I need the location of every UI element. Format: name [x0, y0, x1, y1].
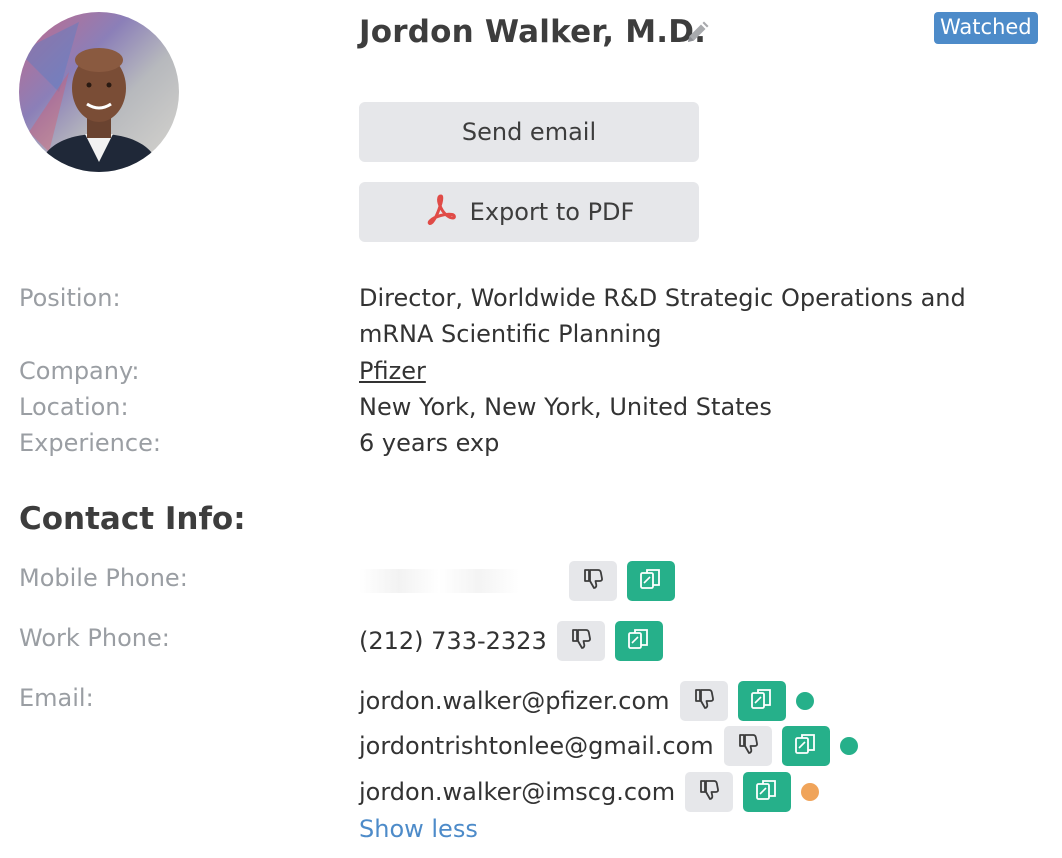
profile-name: Jordon Walker, M.D. [359, 14, 707, 50]
experience-label: Experience: [19, 429, 161, 457]
send-email-button[interactable]: Send email [359, 102, 699, 162]
watched-badge: Watched [934, 12, 1038, 44]
email-address[interactable]: jordon.walker@imscg.com [359, 778, 675, 806]
company-label: Company: [19, 357, 140, 385]
work-phone-value: (212) 733-2323 [359, 627, 547, 655]
mobile-phone-label: Mobile Phone: [19, 564, 188, 592]
email-address[interactable]: jordon.walker@pfizer.com [359, 687, 670, 715]
avatar [19, 12, 179, 172]
export-pdf-label: Export to PDF [469, 198, 635, 226]
acrobat-icon [424, 192, 470, 232]
thumbs-down-icon [736, 732, 760, 760]
location-value: New York, New York, United States [359, 393, 772, 421]
email-row: jordontrishtonlee@gmail.com [359, 726, 858, 766]
thumbs-down-icon [569, 627, 593, 655]
position-line-1: Director, Worldwide R&D Strategic Operat… [359, 284, 966, 312]
position-label: Position: [19, 284, 121, 312]
status-dot-valid [839, 737, 858, 755]
work-phone-row: (212) 733-2323 [359, 621, 673, 661]
thumbs-down-icon [692, 687, 716, 715]
report-wrong-button[interactable] [723, 726, 772, 766]
copy-icon [626, 626, 652, 656]
export-pdf-button[interactable]: Export to PDF [359, 182, 699, 242]
report-wrong-button[interactable] [679, 681, 728, 721]
pencil-icon[interactable] [684, 20, 710, 46]
email-row: jordon.walker@imscg.com [359, 772, 820, 812]
copy-icon [754, 777, 780, 807]
copy-button[interactable] [781, 726, 830, 766]
location-label: Location: [19, 393, 129, 421]
copy-button[interactable] [737, 681, 786, 721]
contact-profile-card: Jordon Walker, M.D. Watched Send email E… [0, 0, 1062, 858]
copy-icon [638, 566, 664, 596]
mobile-phone-row [359, 561, 685, 601]
position-line-2: mRNA Scientific Planning [359, 320, 662, 348]
work-phone-label: Work Phone: [19, 624, 170, 652]
status-dot-valid [795, 692, 814, 710]
contact-info-heading: Contact Info: [19, 501, 246, 537]
copy-button[interactable] [614, 621, 663, 661]
experience-value: 6 years exp [359, 429, 500, 457]
show-less-link[interactable]: Show less [359, 815, 478, 843]
copy-button[interactable] [743, 772, 792, 812]
report-wrong-button[interactable] [556, 621, 605, 661]
company-link[interactable]: Pfizer [359, 357, 426, 385]
copy-button[interactable] [627, 561, 675, 601]
email-row: jordon.walker@pfizer.com [359, 681, 814, 721]
thumbs-down-icon [697, 778, 721, 806]
send-email-label: Send email [461, 118, 597, 146]
report-wrong-button[interactable] [685, 772, 734, 812]
status-dot-uncertain [801, 783, 820, 801]
thumbs-down-icon [581, 567, 605, 595]
redacted-phone [359, 569, 559, 593]
email-address[interactable]: jordontrishtonlee@gmail.com [359, 732, 714, 760]
position-value: Director, Worldwide R&D Strategic Operat… [359, 280, 966, 352]
report-wrong-button[interactable] [569, 561, 617, 601]
email-label: Email: [19, 684, 94, 712]
copy-icon [749, 686, 775, 716]
copy-icon [793, 731, 819, 761]
